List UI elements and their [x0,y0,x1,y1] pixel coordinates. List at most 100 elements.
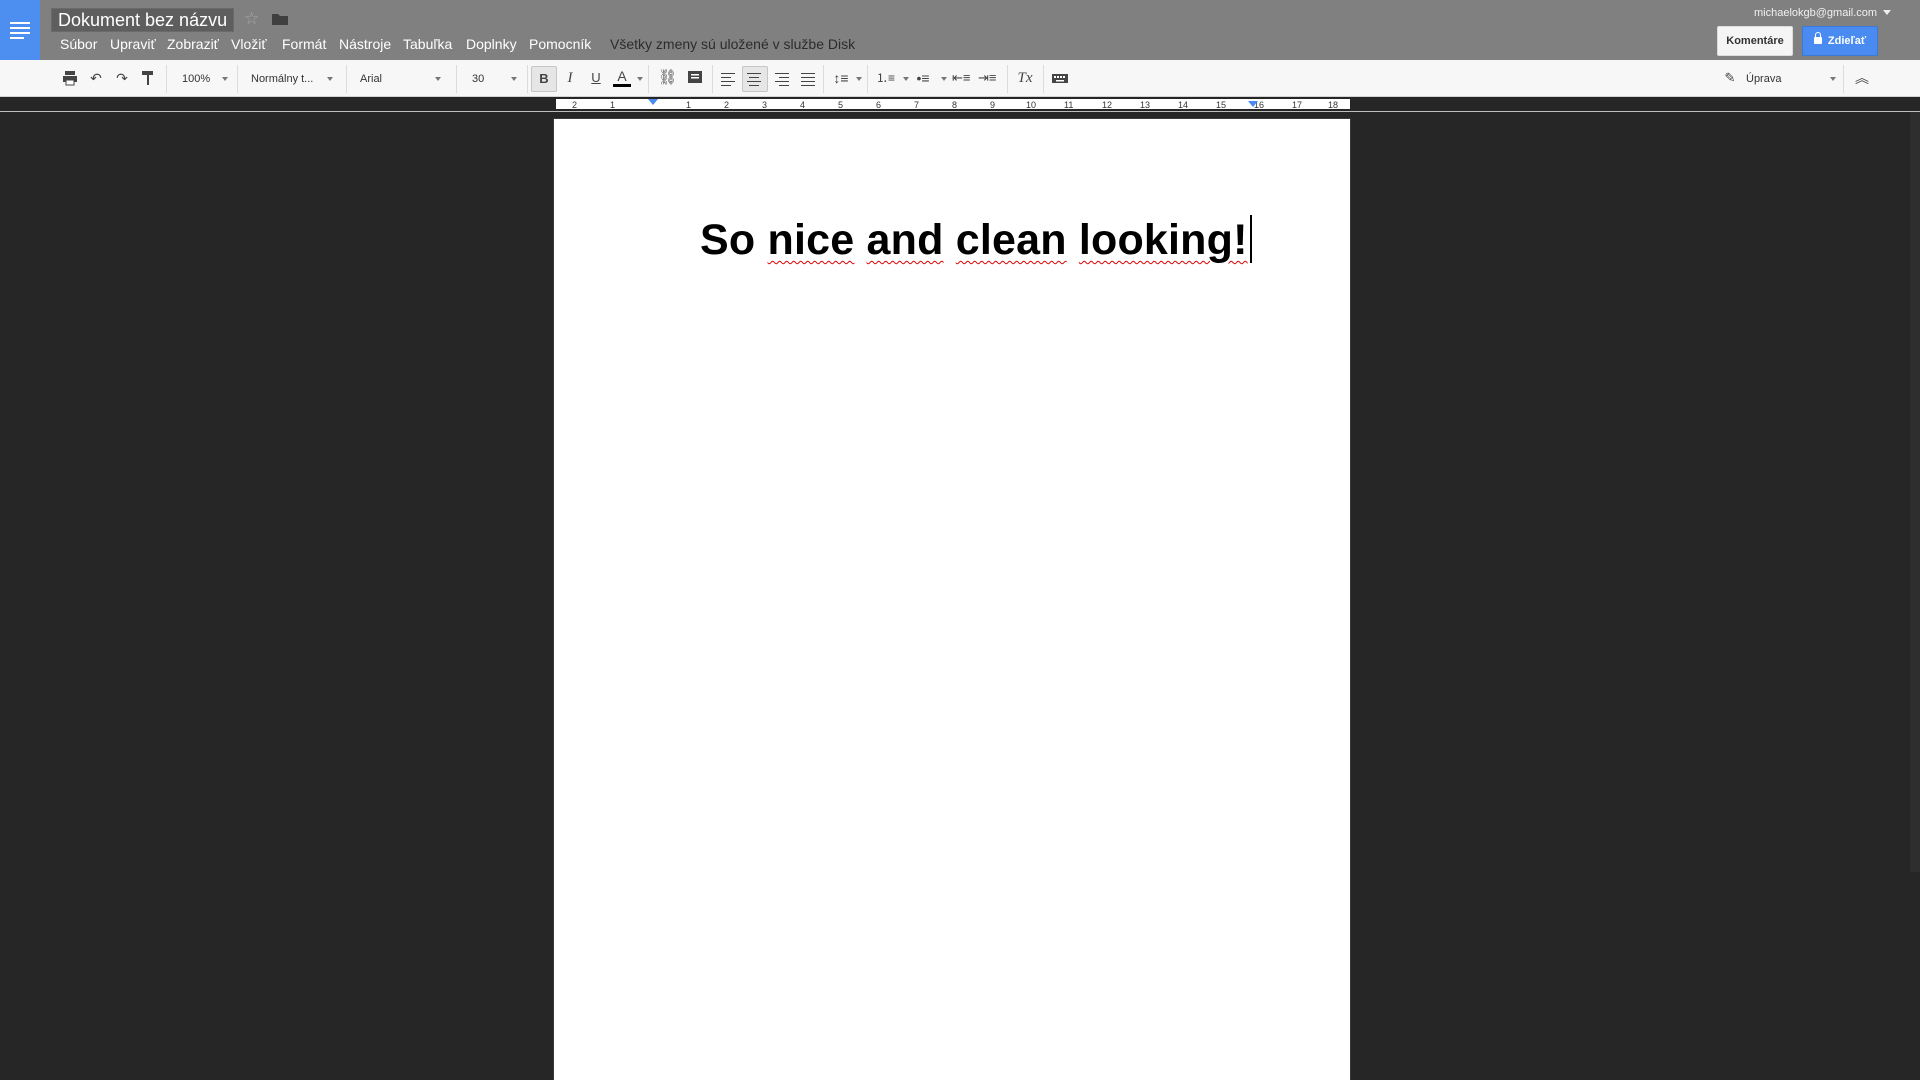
ruler-label: 1 [686,100,692,110]
toolbar-separator [456,65,457,93]
title-bar: Dokument bez názvu ☆ Súbor Upraviť Zobra… [0,0,1920,60]
numbered-list-caret-icon[interactable] [903,77,909,81]
align-left-icon[interactable] [719,69,737,87]
folder-icon[interactable] [272,13,288,25]
font-size-caret-icon[interactable] [511,77,517,81]
align-right-icon[interactable] [771,69,789,87]
menu-edit[interactable]: Upraviť [110,36,156,52]
decrease-indent-icon[interactable]: ⇤≡ [952,69,970,87]
zoom-select[interactable]: 100% [182,68,210,90]
line-spacing-icon[interactable]: ↕≡ [832,69,850,87]
toolbar-separator [1043,65,1044,93]
menu-table[interactable]: Tabuľka [403,36,452,52]
ruler-label: 10 [1026,100,1037,110]
line-spacing-caret-icon[interactable] [856,77,862,81]
ruler-label: 2 [724,100,730,110]
scrollbar[interactable] [1910,112,1920,872]
ruler-label: 13 [1140,100,1151,110]
font-select[interactable]: Arial [360,68,382,90]
clear-formatting-button[interactable]: Tx [1016,69,1034,87]
ruler-label: 4 [800,100,806,110]
ruler-label: 15 [1216,100,1227,110]
ruler-label: 18 [1328,100,1339,110]
toolbar-separator [346,65,347,93]
toolbar-separator [166,65,167,93]
mode-caret-icon[interactable] [1830,77,1836,81]
menu-format[interactable]: Formát [282,36,326,52]
left-indent-marker[interactable] [648,99,658,105]
ruler-label: 9 [990,100,996,110]
underline-button[interactable]: U [587,69,605,87]
ruler-label: 14 [1178,100,1189,110]
zoom-caret-icon[interactable] [222,77,228,81]
star-icon[interactable]: ☆ [244,9,259,29]
ruler-label: 7 [914,100,920,110]
link-icon[interactable]: ⛓ [658,69,677,87]
menu-addons[interactable]: Doplnky [466,36,517,52]
align-center-icon[interactable] [742,66,768,92]
toolbar-separator [648,65,649,93]
keyboard-icon[interactable] [1051,69,1069,87]
toolbar-separator [237,65,238,93]
increase-indent-icon[interactable]: ⇥≡ [978,69,996,87]
docs-home-button[interactable] [0,0,40,60]
menu-insert[interactable]: Vložiť [231,36,267,52]
toolbar-separator [867,65,868,93]
toolbar-separator [1007,65,1008,93]
text-color-button[interactable]: A [613,69,631,87]
font-size-select[interactable]: 30 [472,68,484,90]
menu-tools[interactable]: Nástroje [339,36,391,52]
bulleted-list-icon[interactable]: •≡ [914,69,932,87]
ruler-label: 12 [1102,100,1113,110]
word-misspelled[interactable]: looking! [1079,216,1248,264]
undo-icon[interactable]: ↶ [87,69,105,87]
ruler-label: 17 [1292,100,1303,110]
pencil-icon[interactable]: ✎ [1721,69,1739,87]
word-misspelled[interactable]: and [867,216,944,264]
ruler-label: 2 [572,100,578,110]
word-misspelled[interactable]: clean [956,216,1067,264]
justify-icon[interactable] [797,69,815,87]
document-page[interactable]: So nice and clean looking! [554,119,1350,1080]
ruler-label: 8 [952,100,958,110]
collapse-toolbar-icon[interactable]: ︽ [1853,69,1871,87]
bold-button[interactable]: B [531,66,557,92]
redo-icon[interactable]: ↷ [113,69,131,87]
share-button[interactable]: Zdieľať [1802,26,1878,56]
mode-select[interactable]: Úprava [1746,68,1781,90]
document-heading[interactable]: So nice and clean looking! [700,215,1252,265]
style-select[interactable]: Normálny t... [251,68,313,90]
ruler-label: 5 [838,100,844,110]
ruler-label: 3 [762,100,768,110]
toolbar-separator [527,65,528,93]
print-icon[interactable] [61,69,79,87]
style-caret-icon[interactable] [327,77,333,81]
account-caret-icon[interactable] [1883,10,1891,15]
ruler-strip[interactable]: 2 1 1 2 3 4 5 6 7 8 9 10 11 12 13 14 15 … [556,99,1350,110]
text-color-caret-icon[interactable] [637,77,643,81]
ruler-label: 6 [876,100,882,110]
numbered-list-icon[interactable]: ⒈≡ [876,69,895,87]
comment-icon[interactable] [686,69,704,87]
share-label: Zdieľať [1827,35,1867,47]
ruler[interactable]: 2 1 1 2 3 4 5 6 7 8 9 10 11 12 13 14 15 … [0,97,1920,112]
account-email[interactable]: michaelokgb@gmail.com [1754,7,1877,19]
comments-button[interactable]: Komentáre [1717,26,1793,56]
toolbar-separator [712,65,713,93]
save-status[interactable]: Všetky zmeny sú uložené v službe Disk [610,36,855,52]
italic-button[interactable]: I [561,69,579,87]
document-title[interactable]: Dokument bez názvu [51,8,235,32]
paint-format-icon[interactable] [139,69,157,87]
menu-file[interactable]: Súbor [60,36,97,52]
right-indent-marker[interactable] [1248,101,1258,107]
ruler-label: 1 [610,100,616,110]
lock-icon [1813,32,1822,44]
bulleted-list-caret-icon[interactable] [941,77,947,81]
word-misspelled[interactable]: nice [768,216,855,264]
menu-view[interactable]: Zobraziť [167,36,219,52]
toolbar-separator [823,65,824,93]
font-caret-icon[interactable] [435,77,441,81]
word: So [700,216,756,264]
menu-help[interactable]: Pomocník [529,36,591,52]
ruler-label: 11 [1064,100,1074,110]
